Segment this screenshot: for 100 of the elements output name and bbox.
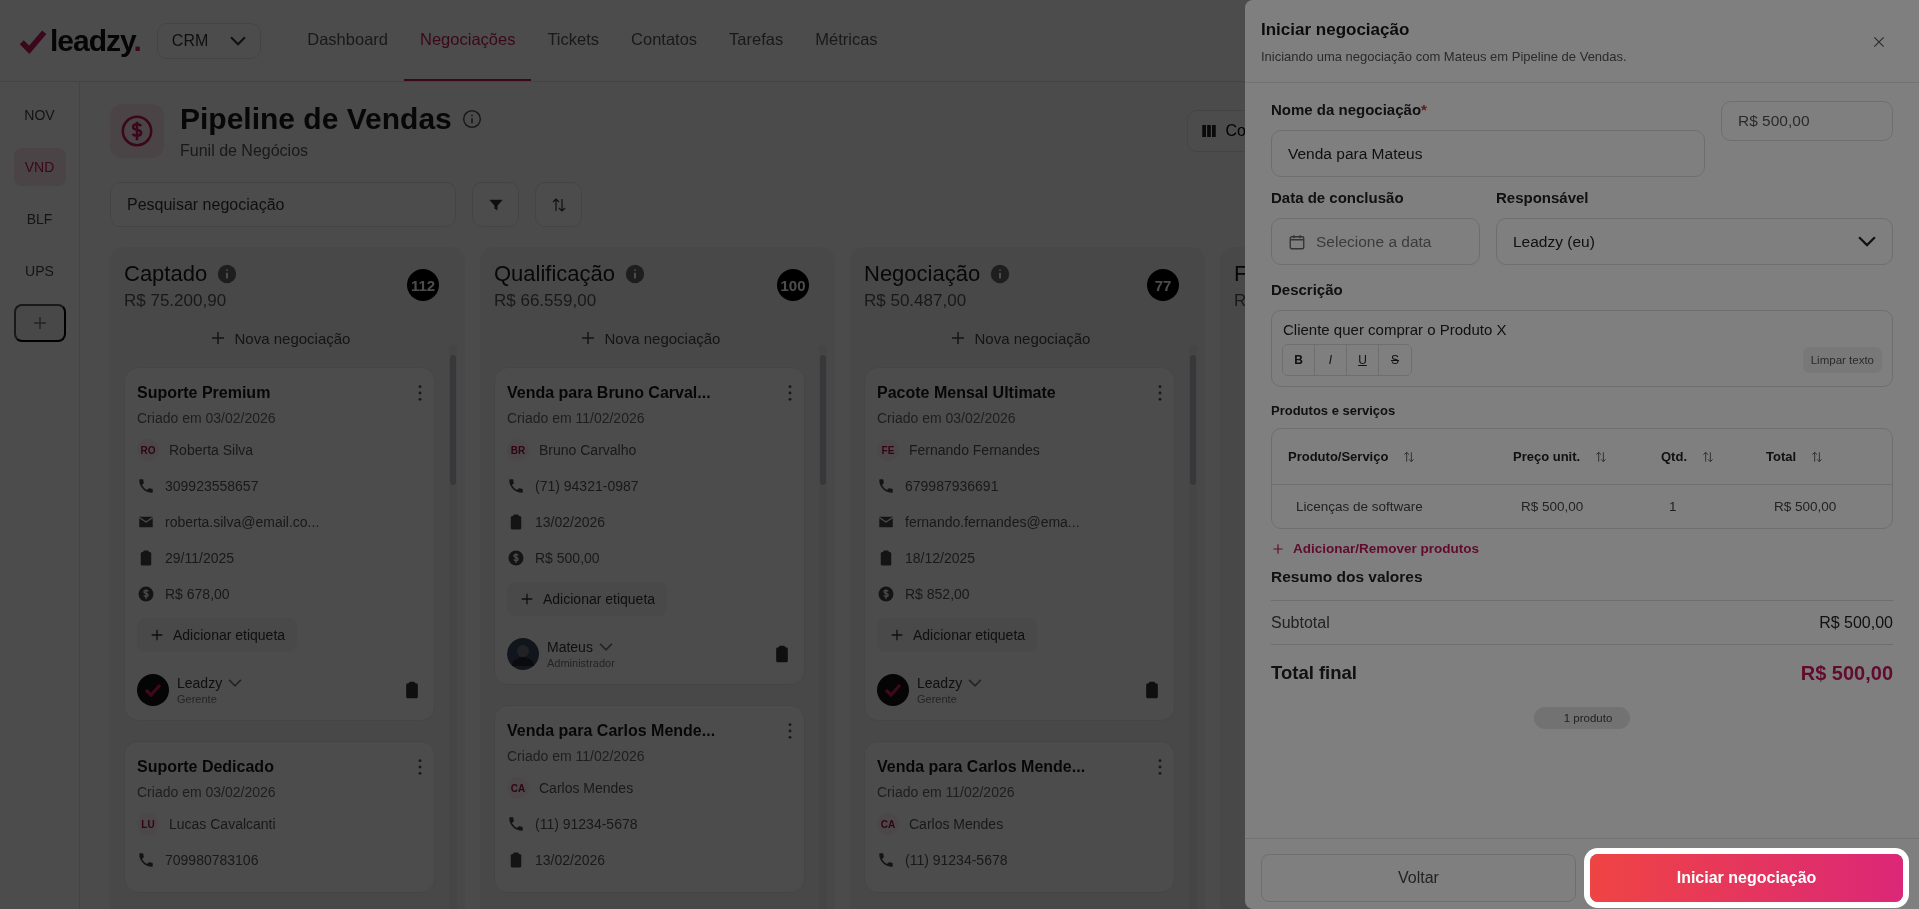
table-cell: 1 xyxy=(1669,499,1677,514)
sort-icon xyxy=(1810,449,1825,464)
field-label: Descrição xyxy=(1271,281,1344,298)
column-title: Negociação xyxy=(864,261,981,287)
deal-title: Venda para Carlos Mende... xyxy=(507,722,716,740)
product-count-badge: 1 produto xyxy=(1533,707,1631,729)
plus-icon xyxy=(519,591,535,607)
phone-icon xyxy=(507,815,525,833)
phone-icon xyxy=(137,851,155,869)
more-icon xyxy=(1158,759,1162,775)
add-pipeline-button[interactable] xyxy=(13,304,66,342)
phone-icon xyxy=(877,477,895,495)
back-button[interactable]: Voltar xyxy=(1261,854,1576,902)
contact-initials: RO xyxy=(137,439,159,461)
nav-tab[interactable]: Negociações xyxy=(404,0,532,81)
format-button[interactable]: B xyxy=(1283,345,1315,375)
field-label: Responsável xyxy=(1496,189,1590,206)
column-title: Qualificação xyxy=(494,261,616,287)
pipeline-item[interactable]: BLF xyxy=(13,200,66,238)
owner-name[interactable]: Leadzy xyxy=(917,675,963,691)
dollar-icon xyxy=(877,585,895,603)
deal-title: Pacote Mensal Ultimate xyxy=(877,384,1056,402)
close-button[interactable] xyxy=(1871,34,1887,50)
columns-icon xyxy=(1199,122,1218,140)
sort-button[interactable] xyxy=(535,182,582,227)
column-header[interactable]: Produto/Serviço xyxy=(1288,449,1389,464)
dollar-circle-drawing xyxy=(120,114,154,148)
phone-icon xyxy=(137,477,155,495)
deal-name-field[interactable]: Venda para Mateus xyxy=(1271,130,1705,177)
contact-initials: BR xyxy=(507,439,529,461)
total-label: Total final xyxy=(1271,662,1357,684)
section-label: Produtos e serviços xyxy=(1271,403,1397,418)
add-products-link[interactable]: Adicionar/Remover produtos xyxy=(1271,535,1480,556)
page-title: Pipeline de Vendas xyxy=(180,102,452,136)
calendar-icon xyxy=(1288,232,1306,251)
date-field[interactable]: Selecione a data xyxy=(1271,218,1480,265)
column-header[interactable]: Total xyxy=(1766,449,1797,464)
drawer-subtitle: Iniciando uma negociação com Mateus em Pipeline de Vendas. xyxy=(1261,49,1627,64)
total-value: R$ 500,00 xyxy=(1800,661,1893,685)
clear-text-button[interactable]: Limpar texto xyxy=(1802,347,1882,373)
logo-avatar xyxy=(877,674,909,706)
pipeline-item[interactable]: VND xyxy=(13,148,66,186)
info-icon xyxy=(461,109,482,129)
summary-title: Resumo dos valores xyxy=(1271,568,1893,601)
field-label: Data de conclusão xyxy=(1271,189,1405,206)
description-editor[interactable]: Cliente quer comprar o Produto X B I U S Limpar texto xyxy=(1271,310,1893,387)
chevron-down-icon xyxy=(1858,236,1876,247)
owner-name[interactable]: Mateus xyxy=(547,639,593,655)
subtotal-value: R$ 500,00 xyxy=(1819,613,1893,632)
deal-title: Suporte Premium xyxy=(137,384,271,402)
dollar-icon xyxy=(507,549,525,567)
sort-icon xyxy=(1594,449,1609,464)
contact-initials: FE xyxy=(877,439,899,461)
sort-icon xyxy=(1701,449,1715,464)
table-cell: R$ 500,00 xyxy=(1521,499,1584,514)
chevron-down-icon xyxy=(228,679,243,687)
chevron-down-icon xyxy=(230,35,247,46)
deal-title: Suporte Dedicado xyxy=(137,758,274,776)
phone-icon xyxy=(507,477,525,495)
subtotal-label: Subtotal xyxy=(1271,613,1330,632)
deal-count: 112 xyxy=(407,269,439,301)
amount-field[interactable]: R$ 500,00 xyxy=(1721,101,1893,141)
deal-title: Venda para Carlos Mende... xyxy=(877,758,1086,776)
logo-avatar xyxy=(137,674,169,706)
chevron-down-icon xyxy=(598,643,613,651)
table-cell: Licenças de software xyxy=(1296,499,1423,514)
sort-icon xyxy=(1402,449,1417,464)
column-header[interactable]: Qtd. xyxy=(1661,449,1687,464)
more-icon xyxy=(418,385,422,401)
deal-count: 100 xyxy=(777,269,809,301)
owner-select[interactable]: Leadzy (eu) xyxy=(1496,218,1893,265)
owner-name[interactable]: Leadzy xyxy=(177,675,223,691)
dollar-icon xyxy=(137,585,155,603)
logo-text: leadzy. xyxy=(50,23,141,58)
more-icon xyxy=(418,759,422,775)
info-icon xyxy=(625,264,646,284)
more-icon xyxy=(1158,385,1162,401)
column-header[interactable]: Preço unit. xyxy=(1513,449,1581,464)
more-icon xyxy=(788,385,792,401)
deal-count: 77 xyxy=(1147,269,1179,301)
chevron-down-icon xyxy=(968,679,983,687)
column-title: Captado xyxy=(124,261,208,287)
more-icon xyxy=(788,723,792,739)
info-icon xyxy=(217,264,238,284)
deal-title: Venda para Bruno Carval... xyxy=(507,384,711,402)
info-icon xyxy=(990,264,1011,284)
filter-button[interactable] xyxy=(472,182,519,227)
contact-initials: CA xyxy=(507,777,529,799)
contact-initials: CA xyxy=(877,813,899,835)
contact-initials: LU xyxy=(137,813,159,835)
drawer-title: Iniciar negociação xyxy=(1261,20,1411,40)
plus-icon xyxy=(149,627,165,643)
phone-icon xyxy=(877,851,895,869)
description-text: Cliente quer comprar o Produto X xyxy=(1282,321,1508,340)
search-field[interactable]: Pesquisar negociação xyxy=(110,182,456,227)
table-cell: R$ 500,00 xyxy=(1774,499,1837,514)
user-avatar xyxy=(507,638,539,670)
pipeline-item[interactable]: UPS xyxy=(13,252,66,290)
pipeline-item[interactable]: NOV xyxy=(13,96,66,134)
workspace-select[interactable]: CRM xyxy=(156,22,262,59)
